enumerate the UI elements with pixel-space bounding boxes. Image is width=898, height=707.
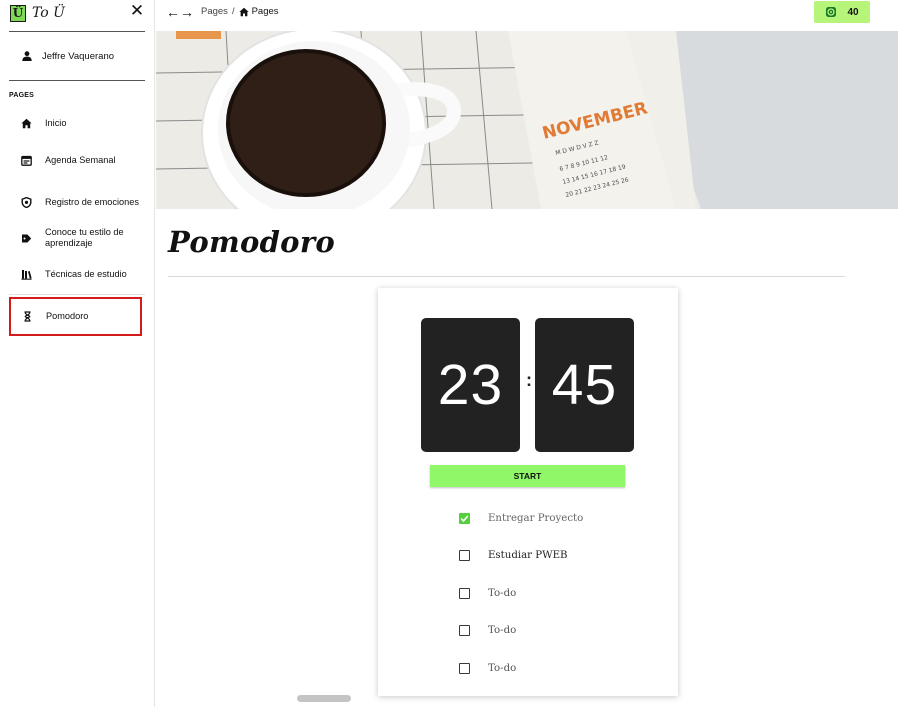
scroll-handle[interactable] [297,695,351,702]
todo-item: Entregar Proyecto [459,509,583,527]
todo-checkbox[interactable] [459,624,470,636]
breadcrumb-current[interactable]: Pages [252,6,279,17]
sidebar-item-label: Pomodoro [46,311,89,321]
sidebar-item-estilo-aprendizaje[interactable]: Conoce tu estilo de aprendizaje [9,227,145,249]
page-title: Pomodoro [168,225,336,259]
divider [9,294,145,295]
user-name: Jeffre Vaquerano [42,50,115,62]
seconds-display: 45 [535,318,634,452]
sidebar-item-agenda-semanal[interactable]: Agenda Semanal [9,154,145,166]
breadcrumb-separator: / [231,6,235,17]
brand[interactable]: Ü To Ü [10,3,65,23]
breadcrumb-parent[interactable]: Pages [201,6,228,17]
user-icon [22,51,32,61]
title-divider [168,276,845,277]
todo-label[interactable]: To-do [488,625,516,636]
app-name: To Ü [32,5,65,21]
app-logo: Ü [10,4,26,22]
todo-label[interactable]: Entregar Proyecto [488,513,583,524]
shield-icon [21,196,32,208]
coffee-calendar-photo-icon: NOVEMBER M D W D V Z Z 6 7 8 9 10 11 12 … [156,31,898,209]
back-arrow-icon[interactable]: ← [166,3,180,21]
user-profile[interactable]: Jeffre Vaquerano [9,45,145,67]
hourglass-icon [22,311,33,322]
sidebar-item-label: Agenda Semanal [45,154,116,165]
points-badge[interactable]: 40 [814,1,870,23]
home-icon [238,7,249,16]
close-sidebar-button[interactable]: ✕ [129,2,145,20]
divider [9,31,145,32]
sidebar-item-label: Conoce tu estilo de aprendizaje [45,227,124,248]
sidebar-item-registro-emociones[interactable]: Registro de emociones [9,191,145,213]
todo-item: To-do [459,659,516,677]
minutes-display: 23 [421,318,520,452]
check-icon [460,514,469,522]
calendar-icon [21,155,32,166]
sidebar-item-tecnicas-estudio[interactable]: Técnicas de estudio [9,263,145,285]
todo-checkbox[interactable] [459,662,470,674]
todo-label[interactable]: Estudiar PWEB [488,550,568,561]
breadcrumb: Pages / Pages [201,6,279,17]
points-value: 40 [847,6,859,18]
sidebar-item-inicio[interactable]: Inicio [9,117,145,129]
timer-separator: : [526,370,532,390]
sidebar-item-label: Registro de emociones [45,196,139,207]
gear-icon [826,7,837,17]
todo-item: To-do [459,584,516,602]
library-icon [21,269,32,280]
top-bar: ← → Pages / Pages 40 [156,0,898,30]
sidebar-item-pomodoro[interactable]: Pomodoro [9,297,142,336]
section-label-pages: PAGES [9,92,34,99]
forward-arrow-icon[interactable]: → [180,3,194,21]
sidebar-item-label: Técnicas de estudio [45,268,127,279]
todo-checkbox[interactable] [459,587,470,599]
pomodoro-card: 23 : 45 START Entregar Proyecto Estudiar… [378,288,678,696]
todo-item: Estudiar PWEB [459,546,568,564]
todo-label[interactable]: To-do [488,588,516,599]
todo-label[interactable]: To-do [488,663,516,674]
tag-icon [21,233,32,244]
divider [9,80,145,81]
start-button[interactable]: START [430,465,625,487]
todo-checkbox[interactable] [459,512,470,524]
todo-item: To-do [459,621,516,639]
todo-checkbox[interactable] [459,549,470,561]
hero-image: NOVEMBER M D W D V Z Z 6 7 8 9 10 11 12 … [156,31,898,209]
sidebar: Ü To Ü ✕ Jeffre Vaquerano PAGES Inicio A… [0,0,155,707]
home-icon [21,118,32,129]
sidebar-item-label: Inicio [45,117,67,128]
